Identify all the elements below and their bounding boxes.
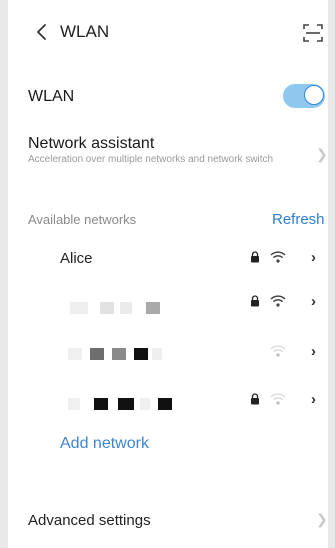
chevron-right-icon: ❯ bbox=[316, 511, 328, 527]
scan-frame-icon[interactable] bbox=[302, 22, 324, 44]
wifi-strong-icon bbox=[270, 295, 286, 307]
lock-icon bbox=[251, 393, 259, 405]
wlan-label: WLAN bbox=[28, 88, 75, 105]
refresh-button[interactable]: Refresh bbox=[272, 211, 325, 228]
wifi-weak-icon bbox=[270, 393, 286, 405]
network-name: Alice bbox=[60, 250, 93, 267]
advanced-settings-item[interactable]: Advanced settings bbox=[28, 512, 151, 529]
network-name-obscured bbox=[60, 394, 180, 412]
network-details-chevron[interactable]: › bbox=[311, 249, 316, 266]
wifi-weak-icon bbox=[270, 345, 286, 357]
wlan-toggle[interactable] bbox=[283, 84, 325, 108]
available-networks-label: Available networks bbox=[28, 212, 137, 227]
network-assistant-description: Acceleration over multiple networks and … bbox=[28, 154, 274, 165]
network-assistant-title[interactable]: Network assistant bbox=[28, 135, 154, 153]
add-network-button[interactable]: Add network bbox=[60, 435, 149, 453]
wlan-settings-screen: WLAN WLAN Network assistant Acceleration… bbox=[8, 0, 328, 548]
network-row[interactable]: Alice › bbox=[8, 240, 328, 276]
network-details-chevron[interactable]: › bbox=[311, 391, 316, 408]
network-name-obscured bbox=[60, 298, 170, 316]
chevron-right-icon: ❯ bbox=[316, 146, 328, 162]
network-name-obscured bbox=[60, 344, 170, 362]
network-row[interactable]: › bbox=[8, 382, 328, 422]
wifi-strong-icon bbox=[270, 251, 286, 263]
lock-icon bbox=[251, 251, 259, 263]
network-row[interactable]: › bbox=[8, 334, 328, 374]
page-title: WLAN bbox=[60, 22, 110, 41]
lock-icon bbox=[251, 295, 259, 307]
network-row[interactable]: › bbox=[8, 284, 328, 324]
toggle-knob bbox=[304, 85, 324, 105]
chevron-left-icon[interactable] bbox=[32, 22, 52, 42]
network-details-chevron[interactable]: › bbox=[311, 293, 316, 310]
network-details-chevron[interactable]: › bbox=[311, 343, 316, 360]
